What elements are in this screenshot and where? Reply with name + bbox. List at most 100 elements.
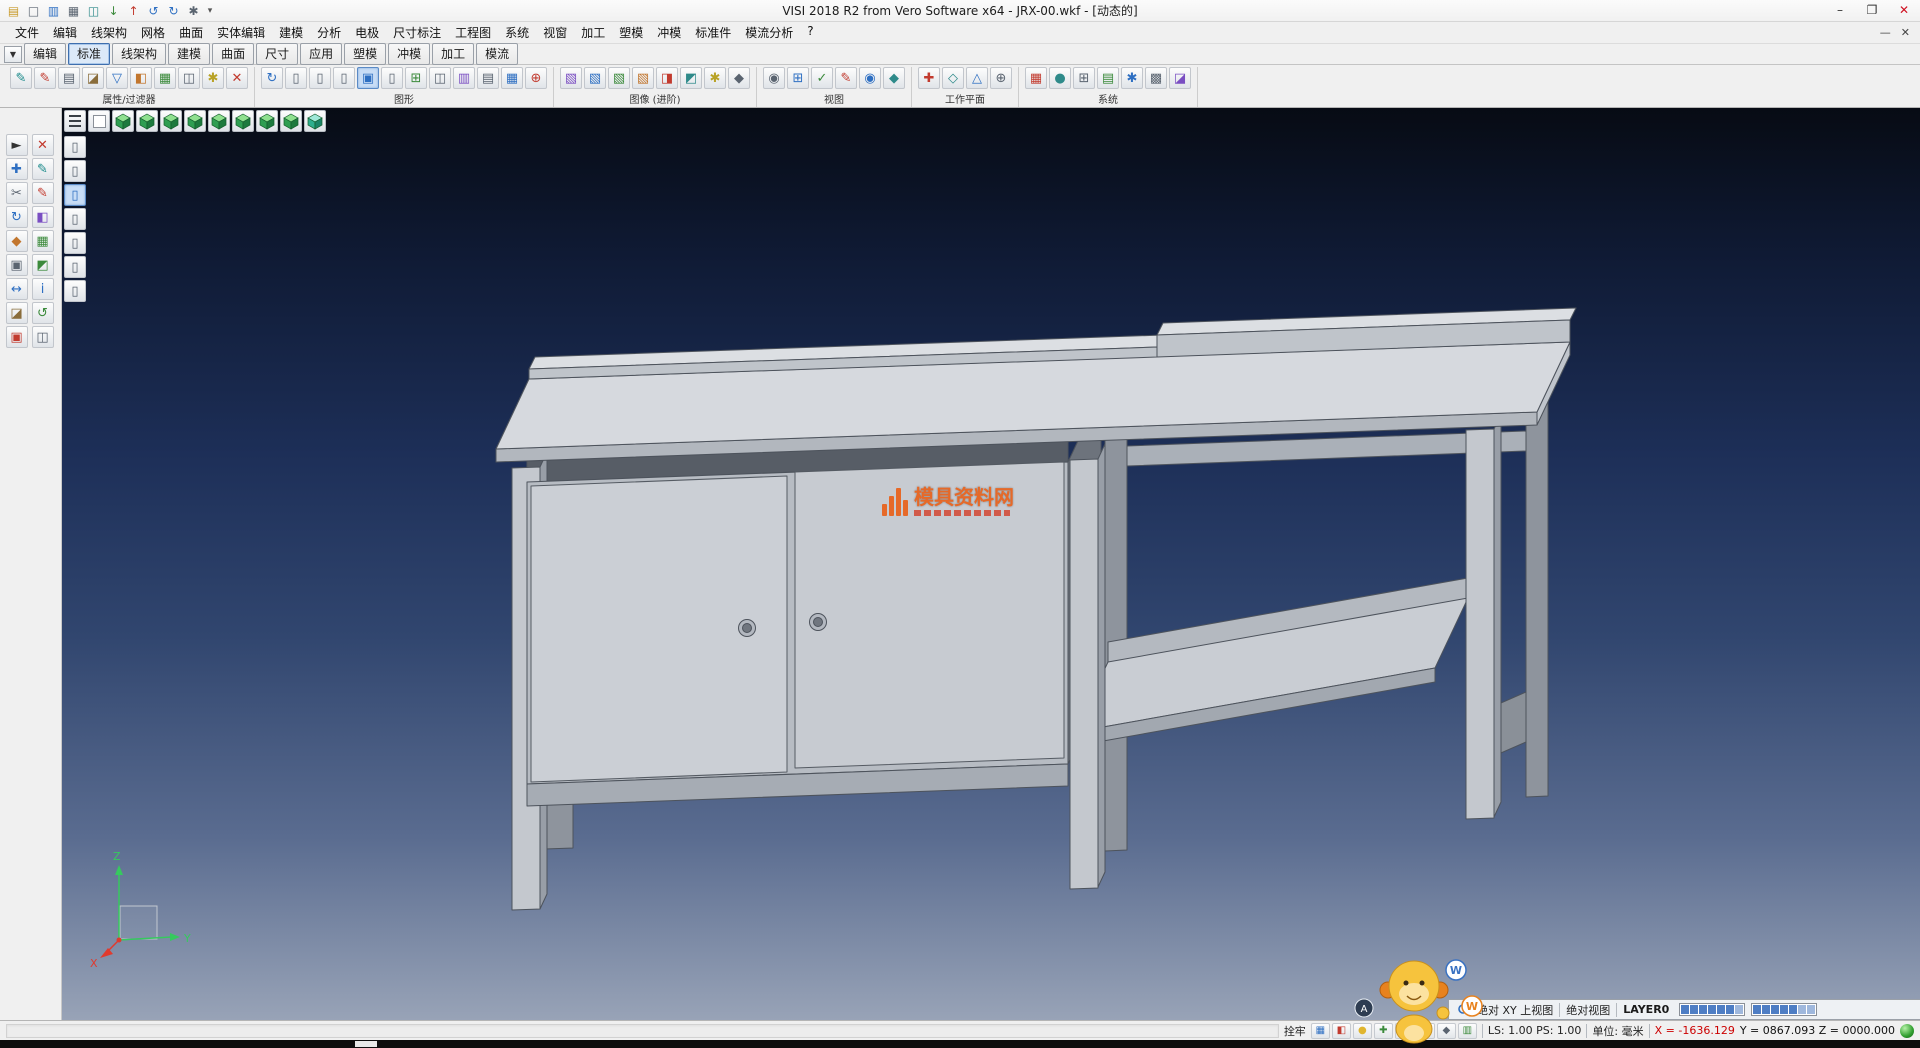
select-arrow-icon[interactable]: ► <box>6 134 28 156</box>
print-icon[interactable]: ▦ <box>64 2 83 20</box>
texture-view-icon[interactable]: ▧ <box>632 67 654 89</box>
taskbar-item[interactable] <box>355 1041 377 1047</box>
modify-attributes-icon[interactable]: ✎ <box>10 67 32 89</box>
right-view-icon[interactable] <box>208 110 230 132</box>
move-icon[interactable]: ✚ <box>6 158 28 180</box>
menu-mesh[interactable]: 网格 <box>134 21 172 44</box>
trim-icon[interactable]: ✂ <box>6 182 28 204</box>
ortho-icon[interactable]: ◧ <box>1332 1023 1351 1039</box>
menu-analysis[interactable]: 分析 <box>310 21 348 44</box>
view-plane-icon[interactable]: ⊞ <box>787 67 809 89</box>
graphics-paste-icon[interactable]: ▯ <box>333 67 355 89</box>
graphics-pages-icon[interactable]: ◫ <box>429 67 451 89</box>
graphics-page-icon[interactable]: ▯ <box>381 67 403 89</box>
pencil-icon[interactable]: ✎ <box>32 182 54 204</box>
views-panel-icon[interactable]: ▯ <box>64 232 86 254</box>
matrix-icon[interactable]: ▩ <box>1145 67 1167 89</box>
graphics-list-icon[interactable]: ▯ <box>285 67 307 89</box>
refresh-view-icon[interactable]: ↻ <box>261 67 283 89</box>
shade-mode-icon[interactable] <box>88 110 110 132</box>
tab-standard[interactable]: 标准 <box>68 43 110 65</box>
axonometric-view-icon[interactable] <box>280 110 302 132</box>
menu-system[interactable]: 系统 <box>498 21 536 44</box>
desktop-pet-mascot[interactable]: A W W <box>1350 950 1490 1046</box>
edit-point-icon[interactable]: ✎ <box>32 158 54 180</box>
layers-icon[interactable]: ▦ <box>32 230 54 252</box>
tab-modeling[interactable]: 建模 <box>168 43 210 65</box>
photo-render-icon[interactable]: ◨ <box>656 67 678 89</box>
calculator-icon[interactable]: ⊞ <box>1073 67 1095 89</box>
copy-icon[interactable]: ◫ <box>32 326 54 348</box>
left-view-icon[interactable] <box>184 110 206 132</box>
layer-color-bar-1[interactable] <box>1679 1003 1745 1016</box>
menu-solid-edit[interactable]: 实体编辑 <box>210 21 272 44</box>
box-select-icon[interactable]: ▣ <box>6 254 28 276</box>
grid-snap-icon[interactable]: ▦ <box>1311 1023 1330 1039</box>
menu-edit[interactable]: 编辑 <box>46 21 84 44</box>
menu-window[interactable]: 视窗 <box>536 21 574 44</box>
solid-cube-icon[interactable]: ◩ <box>32 254 54 276</box>
view-check-icon[interactable]: ✓ <box>811 67 833 89</box>
layers-panel-icon[interactable]: ▯ <box>64 208 86 230</box>
measure-icon[interactable]: ↔ <box>6 278 28 300</box>
menu-help[interactable]: ? <box>800 21 820 44</box>
info-icon[interactable]: i <box>32 278 54 300</box>
lighting-icon[interactable]: ✱ <box>704 67 726 89</box>
undo2-icon[interactable]: ↺ <box>32 302 54 324</box>
tab-flow[interactable]: 模流 <box>476 43 518 65</box>
table-icon[interactable]: ▤ <box>1097 67 1119 89</box>
graphics-grid-icon[interactable]: ▦ <box>501 67 523 89</box>
preview-icon[interactable]: ◫ <box>84 2 103 20</box>
menu-machining[interactable]: 加工 <box>574 21 612 44</box>
material-icon[interactable]: ◆ <box>728 67 750 89</box>
tab-surface[interactable]: 曲面 <box>212 43 254 65</box>
menu-modeling[interactable]: 建模 <box>272 21 310 44</box>
front-view-icon[interactable] <box>136 110 158 132</box>
copy-attributes-icon[interactable]: ✎ <box>34 67 56 89</box>
menu-dimension[interactable]: 尺寸标注 <box>386 21 448 44</box>
menu-die[interactable]: 冲模 <box>650 21 688 44</box>
view-gem-icon[interactable]: ◆ <box>883 67 905 89</box>
tab-dropdown-button[interactable]: ▼ <box>4 46 22 63</box>
tab-die[interactable]: 冲模 <box>388 43 430 65</box>
paint-icon[interactable]: ◆ <box>6 230 28 252</box>
undo-icon[interactable]: ↺ <box>144 2 163 20</box>
globe-icon[interactable]: ● <box>1049 67 1071 89</box>
tab-mold[interactable]: 塑模 <box>344 43 386 65</box>
graphics-active-icon[interactable]: ▣ <box>357 67 379 89</box>
stamp-icon[interactable]: ▣ <box>6 326 28 348</box>
tab-dimension[interactable]: 尺寸 <box>256 43 298 65</box>
rotate-icon[interactable]: ↻ <box>6 206 28 228</box>
eraser2-icon[interactable]: ◪ <box>6 302 28 324</box>
menu-standard-parts[interactable]: 标准件 <box>688 21 738 44</box>
scene-icon[interactable]: ◩ <box>680 67 702 89</box>
import-icon[interactable]: ↓ <box>104 2 123 20</box>
menu-file[interactable]: 文件 <box>8 21 46 44</box>
props-panel-icon[interactable]: ▯ <box>64 256 86 278</box>
mdi-close-button[interactable]: ✕ <box>1901 26 1910 39</box>
menu-drawing[interactable]: 工程图 <box>448 21 498 44</box>
graphics-stack-icon[interactable]: ⊞ <box>405 67 427 89</box>
tab-machining[interactable]: 加工 <box>432 43 474 65</box>
mdi-minimize-button[interactable]: — <box>1880 26 1891 39</box>
eraser-icon[interactable]: ◪ <box>82 67 104 89</box>
top-view-icon[interactable] <box>232 110 254 132</box>
close-button[interactable]: ✕ <box>1888 0 1920 21</box>
layer-filter-icon[interactable]: ▦ <box>154 67 176 89</box>
graphics-chart-icon[interactable]: ▥ <box>453 67 475 89</box>
highlight-icon[interactable]: ✱ <box>202 67 224 89</box>
tab-edit[interactable]: 编辑 <box>24 43 66 65</box>
menu-mold[interactable]: 塑模 <box>612 21 650 44</box>
printer-icon[interactable]: ▤ <box>58 67 80 89</box>
view-eye-icon[interactable]: ◉ <box>859 67 881 89</box>
status-sphere-icon[interactable] <box>1900 1024 1914 1038</box>
mask-icon[interactable]: ◫ <box>178 67 200 89</box>
camera-icon[interactable]: ◉ <box>763 67 785 89</box>
maximize-button[interactable]: ❐ <box>1856 0 1888 21</box>
mirror-icon[interactable]: ◧ <box>32 206 54 228</box>
open-folder-icon[interactable]: ▤ <box>4 2 23 20</box>
save-icon[interactable]: ▥ <box>44 2 63 20</box>
quick-access-dropdown[interactable]: ▾ <box>203 2 217 20</box>
graphics-target-icon[interactable]: ⊕ <box>525 67 547 89</box>
element-filter-icon[interactable]: ▽ <box>106 67 128 89</box>
